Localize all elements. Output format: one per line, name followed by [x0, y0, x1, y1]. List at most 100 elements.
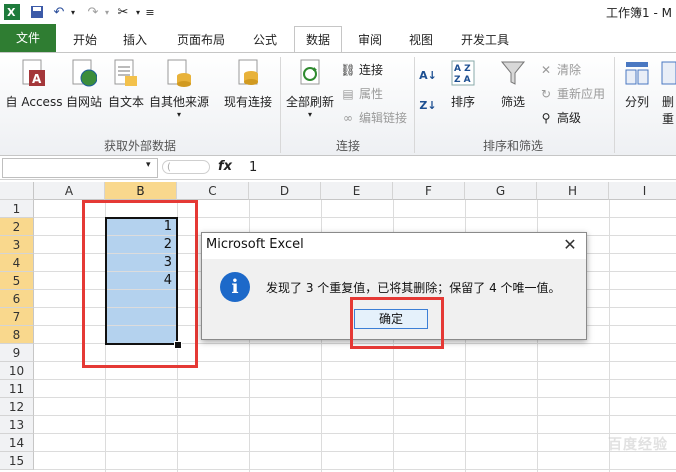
- undo-dropdown-icon[interactable]: ▾: [68, 3, 78, 21]
- row-header[interactable]: 9: [0, 344, 34, 362]
- column-header-h[interactable]: H: [537, 182, 609, 200]
- from-access-button[interactable]: A 自 Access: [4, 57, 64, 110]
- sort-az-icon: A↓: [419, 68, 437, 82]
- row-header[interactable]: 13: [0, 416, 34, 434]
- column-header-e[interactable]: E: [321, 182, 393, 200]
- customize-icon[interactable]: ✂: [114, 3, 132, 21]
- sort-za-icon: Z↓: [419, 98, 437, 112]
- name-box[interactable]: [2, 158, 158, 178]
- remove-duplicates-icon: [660, 57, 676, 89]
- dialog-message: 发现了 3 个重复值，已将其删除；保留了 4 个唯一值。: [266, 281, 561, 295]
- properties-icon: ▤: [342, 86, 354, 101]
- clear-button[interactable]: ✕ 清除: [538, 61, 581, 78]
- redo-icon[interactable]: ↷: [84, 3, 102, 21]
- group-separator: [614, 57, 615, 153]
- advanced-button[interactable]: ⚲ 高级: [538, 109, 581, 126]
- tab-file[interactable]: 文件: [0, 24, 56, 52]
- row-header[interactable]: 5: [0, 272, 34, 290]
- column-header-c[interactable]: C: [177, 182, 249, 200]
- row-header[interactable]: 11: [0, 380, 34, 398]
- from-text-button[interactable]: 自文本: [106, 57, 146, 110]
- chevron-down-icon: ▾: [176, 110, 181, 119]
- row-header[interactable]: 10: [0, 362, 34, 380]
- redo-dropdown-icon[interactable]: ▾: [102, 3, 112, 21]
- save-icon[interactable]: [28, 3, 46, 21]
- column-header-i[interactable]: I: [609, 182, 676, 200]
- gridline: [34, 469, 676, 470]
- close-icon[interactable]: ✕: [560, 235, 580, 254]
- formula-input[interactable]: 1: [249, 160, 257, 175]
- row-header[interactable]: 6: [0, 290, 34, 308]
- ribbon: A 自 Access 自网站 自文本 自其他来源 ▾ 现有连接 获取外部数据 全…: [0, 52, 676, 156]
- group-separator: [414, 57, 415, 153]
- connections-button[interactable]: ⛓ 连接: [340, 61, 383, 78]
- tab-page-layout[interactable]: 页面布局: [170, 28, 232, 52]
- annotation-box-range: [82, 200, 198, 368]
- filter-button[interactable]: 筛选: [494, 57, 532, 110]
- undo-icon[interactable]: ↶: [50, 3, 68, 21]
- watermark: 百度经验: [608, 437, 668, 453]
- group-label-sort-filter: 排序和筛选: [482, 139, 543, 153]
- column-header-a[interactable]: A: [34, 182, 105, 200]
- chevron-down-icon: ▾: [307, 110, 312, 119]
- text-to-columns-button[interactable]: 分列: [618, 57, 656, 110]
- title-bar: X ↶ ▾ ↷ ▾ ✂ ▾ ≡ 工作簿1 - M: [0, 0, 676, 24]
- gridline: [34, 451, 676, 452]
- sort-icon: A ZZ A: [448, 57, 478, 89]
- gridline: [34, 397, 676, 398]
- tab-insert[interactable]: 插入: [114, 28, 156, 52]
- from-other-sources-button[interactable]: 自其他来源 ▾: [146, 57, 212, 119]
- row-header[interactable]: 3: [0, 236, 34, 254]
- split-columns-icon: [622, 57, 652, 89]
- text-file-icon: [111, 57, 141, 89]
- window-title: 工作簿1 - M: [606, 6, 672, 20]
- advanced-filter-icon: ⚲: [541, 110, 551, 125]
- gridline: [34, 379, 676, 380]
- quick-access-menu-icon[interactable]: ≡: [145, 3, 155, 21]
- tab-developer[interactable]: 开发工具: [452, 28, 518, 52]
- row-header[interactable]: 8: [0, 326, 34, 344]
- properties-button[interactable]: ▤ 属性: [340, 85, 383, 102]
- link-icon: ∞: [343, 110, 353, 125]
- reapply-icon: ↻: [540, 86, 552, 101]
- refresh-icon: [295, 57, 325, 89]
- column-header-b[interactable]: B: [105, 182, 177, 200]
- insert-function-icon[interactable]: fx: [218, 159, 232, 174]
- formula-expand-handle[interactable]: (: [162, 160, 210, 174]
- customize-dropdown-icon[interactable]: ▾: [133, 3, 143, 21]
- other-sources-icon: [164, 57, 194, 89]
- tab-formulas[interactable]: 公式: [244, 28, 286, 52]
- gridline: [609, 200, 610, 472]
- row-header[interactable]: 7: [0, 308, 34, 326]
- select-all-corner[interactable]: [0, 182, 34, 200]
- sort-button[interactable]: A ZZ A 排序: [446, 57, 480, 110]
- sort-descending-button[interactable]: Z↓: [419, 97, 437, 113]
- row-header[interactable]: 12: [0, 398, 34, 416]
- column-header-f[interactable]: F: [393, 182, 465, 200]
- name-box-dropdown-icon[interactable]: ▾: [146, 160, 151, 170]
- row-header[interactable]: 15: [0, 452, 34, 470]
- tab-data[interactable]: 数据: [294, 26, 342, 53]
- refresh-all-button[interactable]: 全部刷新 ▾: [284, 57, 336, 119]
- filter-icon: [498, 57, 528, 89]
- column-header-g[interactable]: G: [465, 182, 537, 200]
- sort-ascending-button[interactable]: A↓: [419, 67, 437, 83]
- tab-view[interactable]: 视图: [400, 28, 442, 52]
- edit-links-button[interactable]: ∞ 编辑链接: [340, 109, 407, 126]
- from-web-button[interactable]: 自网站: [64, 57, 104, 110]
- row-header[interactable]: 2: [0, 218, 34, 236]
- existing-connections-button[interactable]: 现有连接: [220, 57, 276, 110]
- reapply-button[interactable]: ↻ 重新应用: [538, 85, 605, 102]
- tab-review[interactable]: 审阅: [350, 28, 390, 52]
- group-separator: [280, 57, 281, 153]
- existing-connections-icon: [233, 57, 263, 89]
- gridline: [34, 415, 676, 416]
- row-header[interactable]: 4: [0, 254, 34, 272]
- remove-duplicates-button[interactable]: 删 重: [660, 57, 676, 127]
- row-header[interactable]: 14: [0, 434, 34, 452]
- tab-home[interactable]: 开始: [64, 28, 106, 52]
- dialog-title: Microsoft Excel: [206, 237, 304, 252]
- column-header-d[interactable]: D: [249, 182, 321, 200]
- row-header[interactable]: 1: [0, 200, 34, 218]
- gridline: [34, 433, 676, 434]
